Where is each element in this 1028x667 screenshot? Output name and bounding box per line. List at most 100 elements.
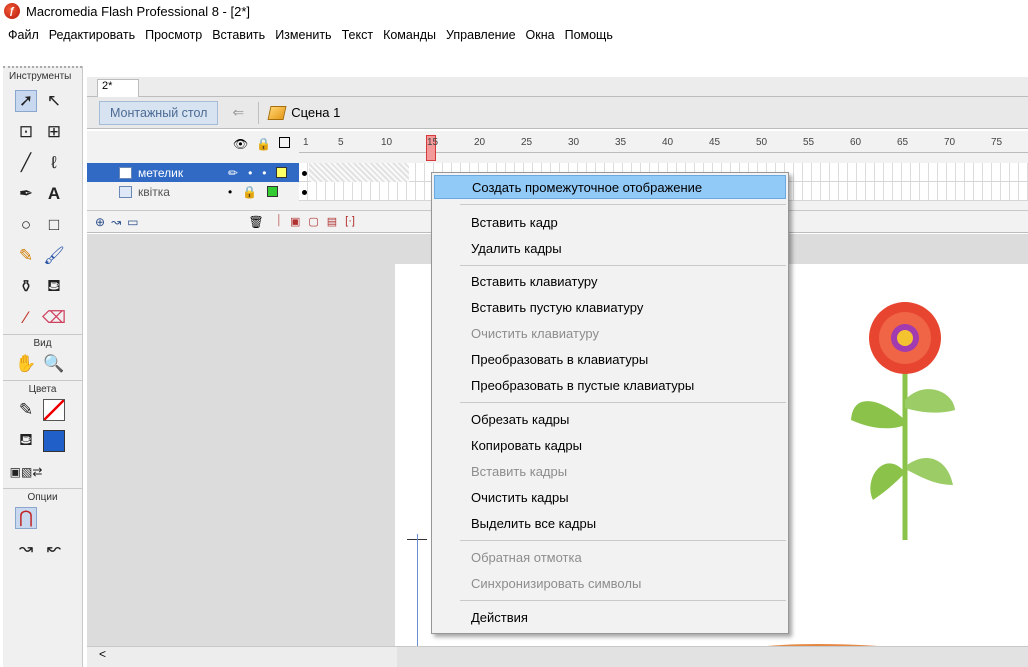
outline-icon[interactable] [279,137,291,151]
subselection-tool-icon[interactable]: ↖ [43,90,65,112]
paint-bucket-tool-icon[interactable]: ⛾ [43,276,65,298]
add-folder-icon[interactable]: ▭ [127,215,138,229]
lock-icon[interactable]: 🔒 [256,137,271,151]
zoom-tool-icon[interactable]: 🔍 [43,353,65,375]
onion-skin-icon[interactable]: ▣ [290,215,300,228]
layer-icon [119,185,132,198]
smooth-icon[interactable]: ↝ [15,538,37,560]
timeline-toggle-button[interactable]: Монтажный стол [99,100,219,125]
flower-illustration[interactable] [843,300,963,560]
menu-commands[interactable]: Команды [383,28,436,42]
back-arrow-icon[interactable]: ⇐ [232,104,244,121]
scroll-left-icon[interactable]: < [99,647,106,661]
lasso-tool-icon[interactable]: ℓ [43,152,65,174]
fill-swatch-icon[interactable] [43,430,65,452]
menu-file[interactable]: Файл [8,28,39,42]
ruler-tick: 50 [756,137,768,148]
menu-text[interactable]: Текст [342,28,373,42]
ruler-tick: 15 [427,137,439,148]
frame-context-menu: Создать промежуточное отображение Встави… [431,172,789,634]
menu-separator [460,204,786,205]
lock-dot-icon[interactable]: • [262,166,266,180]
keyframe-dot[interactable] [302,190,307,195]
ruler-tick: 75 [991,137,1003,148]
free-transform-tool-icon[interactable]: ⊡ [15,121,37,143]
menu-control[interactable]: Управление [446,28,516,42]
selection-tool-icon[interactable]: ➚ [15,90,37,112]
horizontal-scrollbar[interactable]: < [87,646,397,667]
no-color-swatch-icon[interactable] [43,399,65,421]
ruler-tick: 25 [521,137,533,148]
modify-onion-markers-icon[interactable]: [·] [345,215,355,228]
fill-color-icon[interactable]: ⛾ [15,430,37,452]
pencil-tool-icon[interactable]: ✎ [15,245,37,267]
menu-item-remove-frames[interactable]: Удалить кадры [434,236,786,260]
ruler-tick: 1 [303,137,309,148]
menu-view[interactable]: Просмотр [145,28,202,42]
scene-name[interactable]: Сцена 1 [291,105,340,120]
menu-separator [460,540,786,541]
guide-line [417,534,418,654]
eraser-tool-icon[interactable]: ⌫ [42,307,66,329]
frame-ruler[interactable]: 1 5 10 15 20 25 30 35 40 45 50 55 60 65 … [299,135,1028,161]
menu-item-create-motion-tween[interactable]: Создать промежуточное отображение [434,175,786,199]
ink-bottle-tool-icon[interactable]: ⚱ [15,276,37,298]
menu-item-convert-to-blank-keyframes[interactable]: Преобразовать в пустые клавиатуры [434,373,786,397]
onion-skin-outlines-icon[interactable]: ▢ [308,215,318,228]
ruler-tick: 65 [897,137,909,148]
ruler-tick: 30 [568,137,580,148]
hand-tool-icon[interactable]: ✋ [15,353,37,375]
menu-item-cut-frames[interactable]: Обрезать кадры [434,407,786,431]
ruler-tick: 60 [850,137,862,148]
ruler-tick: 5 [338,137,344,148]
stroke-color-icon[interactable]: ✎ [15,399,37,421]
scrollbar-track[interactable] [397,646,1028,667]
rectangle-tool-icon[interactable]: □ [43,214,65,236]
line-tool-icon[interactable]: ╱ [15,152,37,174]
keyframe-dot[interactable] [302,171,307,176]
menu-item-select-all-frames[interactable]: Выделить все кадры [434,511,786,535]
delete-layer-icon[interactable]: 🗑 [248,215,263,229]
menu-item-convert-to-keyframes[interactable]: Преобразовать в клавиатуры [434,347,786,371]
eye-icon[interactable]: 👁 [233,137,248,151]
layer-name: метелик [138,165,184,180]
menu-item-clear-frames[interactable]: Очистить кадры [434,485,786,509]
snap-magnet-icon[interactable]: ⋂ [15,507,37,529]
menu-edit[interactable]: Редактировать [49,28,135,42]
visibility-dot-icon[interactable]: • [248,166,252,180]
tools-header: Инструменты [3,66,82,86]
oval-tool-icon[interactable]: ○ [15,214,37,236]
document-tab[interactable]: 2* [97,79,139,97]
ruler-tick: 70 [944,137,956,148]
menu-modify[interactable]: Изменить [275,28,331,42]
layer-color-swatch[interactable] [276,167,288,178]
add-layer-icon[interactable]: ⊕ [95,215,105,229]
menu-help[interactable]: Помощь [565,28,613,42]
text-tool-icon[interactable]: A [43,183,65,205]
menu-item-insert-frame[interactable]: Вставить кадр [434,210,786,234]
menu-item-copy-frames[interactable]: Копировать кадры [434,433,786,457]
window-title: Macromedia Flash Professional 8 - [2*] [26,3,250,19]
add-motion-guide-icon[interactable]: ↝ [111,215,121,229]
menu-window[interactable]: Окна [526,28,555,42]
visibility-dot-icon[interactable]: • [228,185,232,199]
brush-tool-icon[interactable]: 🖌 [43,245,65,267]
straighten-icon[interactable]: ↜ [43,538,65,560]
lock-icon[interactable]: 🔒 [242,185,257,199]
pen-tool-icon[interactable]: ✒ [15,183,37,205]
menu-insert[interactable]: Вставить [212,28,265,42]
menu-item-insert-keyframe[interactable]: Вставить клавиатуру [434,269,786,293]
layer-color-swatch[interactable] [267,186,279,197]
menu-item-insert-blank-keyframe[interactable]: Вставить пустую клавиатуру [434,295,786,319]
layer-row-butterfly[interactable]: метелик ✏ • • [87,163,299,182]
menu-item-actions[interactable]: Действия [434,605,786,629]
color-swap-icon[interactable]: ▣▧⇄ [10,461,43,483]
fill-transform-tool-icon[interactable]: ⊞ [43,121,65,143]
center-frame-icon[interactable]: ⏐ [276,215,282,228]
eyedropper-tool-icon[interactable]: ⁄ [15,307,37,329]
frame-span[interactable] [309,163,409,182]
edit-multiple-frames-icon[interactable]: ▤ [327,215,337,228]
menu-item-synchronize-symbols: Синхронизировать символы [471,575,642,591]
layer-row-flower[interactable]: квітка • 🔒 [87,182,299,201]
view-section-label: Вид [3,334,82,349]
